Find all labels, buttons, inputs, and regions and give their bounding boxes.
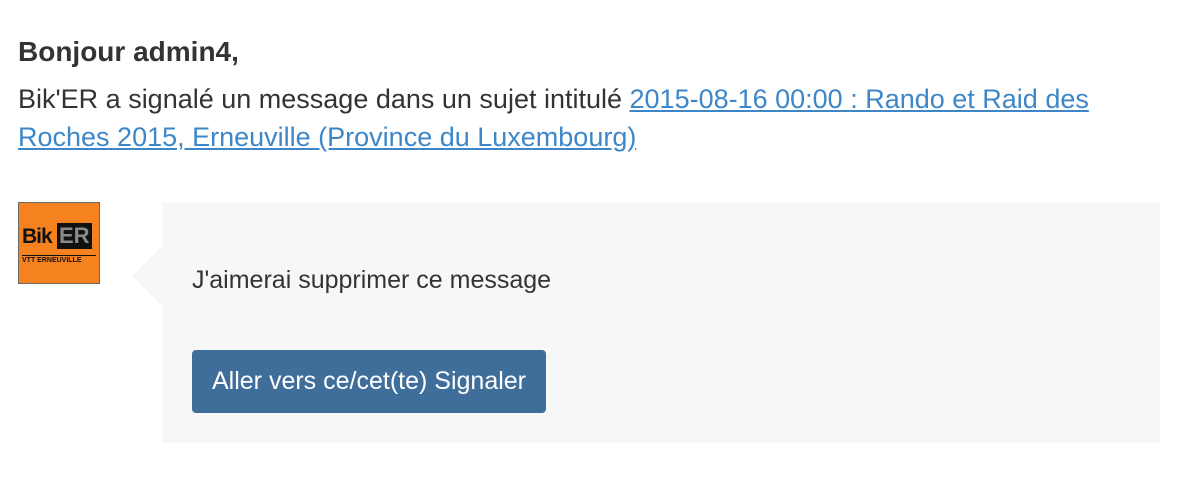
greeting-heading: Bonjour admin4, bbox=[18, 36, 239, 67]
reported-message: J'aimerai supprimer ce message bbox=[192, 266, 552, 294]
avatar-logo-subtitle: VTT ERNEUVILLE bbox=[22, 255, 96, 264]
message-bubble: J'aimerai supprimer ce message Aller ver… bbox=[162, 202, 1160, 443]
report-intro-text: Bik'ER a signalé un message dans un suje… bbox=[18, 84, 630, 114]
avatar-logo-er: ER bbox=[57, 223, 92, 249]
user-avatar[interactable]: Bik ER VTT ERNEUVILLE bbox=[18, 202, 100, 284]
avatar-logo-bik: Bik bbox=[22, 225, 53, 248]
go-to-report-button[interactable]: Aller vers ce/cet(te) Signaler bbox=[192, 350, 547, 413]
report-intro: Bik'ER a signalé un message dans un suje… bbox=[18, 80, 1168, 156]
bubble-pointer bbox=[132, 246, 162, 306]
